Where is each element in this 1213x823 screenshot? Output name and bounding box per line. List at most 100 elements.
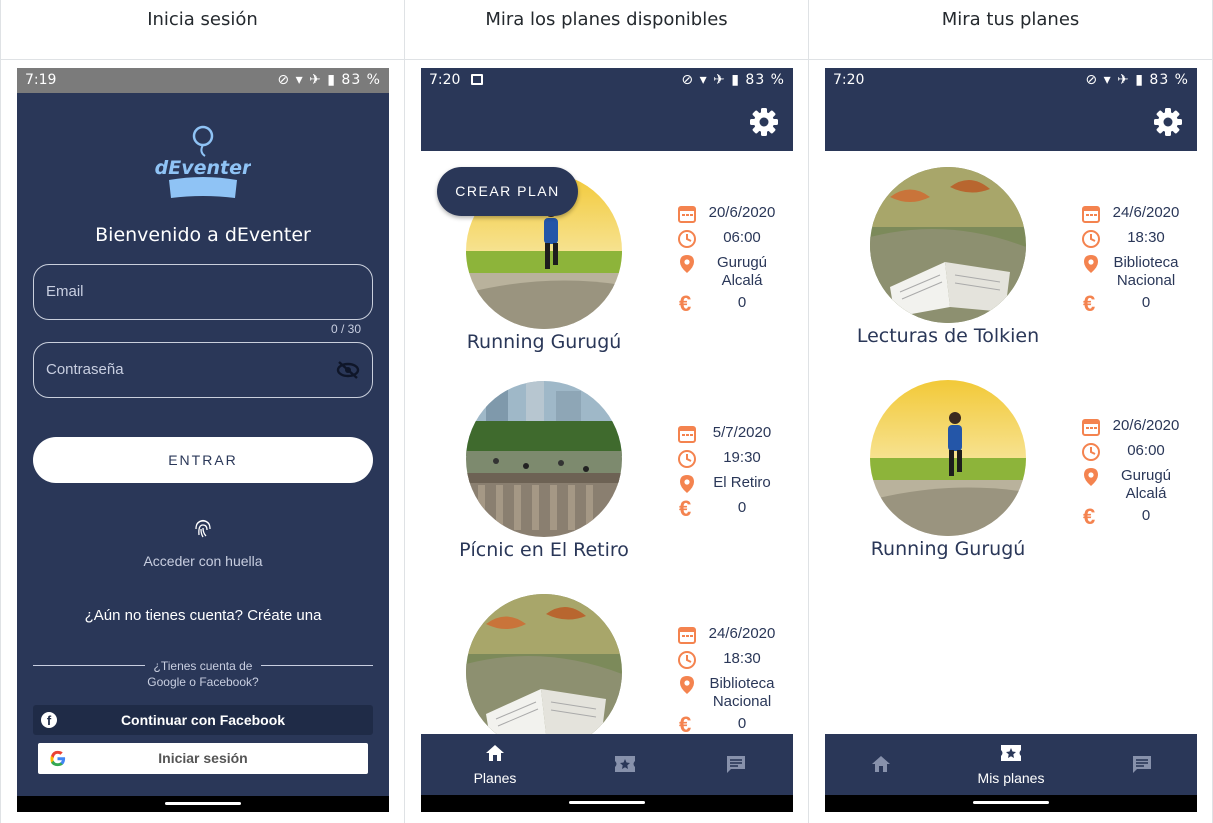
plan-location-row: El Retiro [677,473,793,498]
google-login-button[interactable]: Iniciar sesión [38,743,368,774]
plan-image-picnic [466,381,622,537]
clock-icon [678,651,696,669]
status-time: 7:20 [429,72,461,88]
plan-price-row: € 0 [1083,504,1151,529]
status-bar: 7:20 ⊘ ▾ ✈ ▮ 83 % [421,68,793,93]
location-pin-icon [1084,468,1098,486]
home-gesture-pill[interactable] [973,801,1049,804]
image-notification-icon [471,74,483,85]
location-pin-icon [680,676,694,694]
social-question: ¿Tienes cuenta de Google o Facebook? [147,659,259,689]
calendar-icon [678,426,696,443]
plan-location-row: Gurugú Alcalá [677,253,793,293]
plan-image-running [870,380,1026,536]
gear-icon[interactable] [1153,107,1183,137]
system-nav-bar [421,795,793,812]
clock-icon [1082,443,1100,461]
clock-icon [678,230,696,248]
euro-icon: € [679,291,692,316]
deventer-logo: dEventer [155,122,253,202]
plan-card[interactable]: Lecturas de Tolkien 24/6/2020 18:30 Bibl… [825,167,1197,367]
status-bar: 7:20 ⊘ ▾ ✈ ▮ 83 % [825,68,1197,93]
plan-price-row: € 0 [679,291,747,316]
login-screen: 7:19 ⊘ ▾ ✈ ▮ 83 % dEventer Bienvenido a … [17,68,389,812]
calendar-icon [1082,206,1100,223]
plan-details: 20/6/2020 06:00 Gurugú Alcalá € 0 [1081,416,1197,531]
bottom-navigation: Mis planes [825,734,1197,795]
email-char-counter: 0 / 30 [330,322,361,336]
plan-date-row: 20/6/2020 [1081,416,1197,441]
nav-tab-my-plans[interactable]: Mis planes [949,734,1073,795]
plan-time-row: 06:00 [1081,441,1197,466]
calendar-icon [1082,419,1100,436]
status-time: 7:20 [833,72,865,88]
fingerprint-icon[interactable] [191,516,215,540]
plan-time-row: 18:30 [1081,228,1197,253]
my-plans-screen: 7:20 ⊘ ▾ ✈ ▮ 83 % Lecturas de Tolkien 24… [825,68,1197,812]
plan-location-row: Biblioteca Nacional [677,674,793,714]
plan-name: Lecturas de Tolkien [856,325,1040,347]
app-bar [825,93,1197,151]
plan-name: Running Gurugú [870,538,1026,560]
nav-tab-my-plans[interactable] [563,734,687,795]
status-icons: ⊘ ▾ ✈ ▮ 83 % [681,72,785,88]
system-nav-bar [17,796,389,812]
nav-tab-chat[interactable] [1081,734,1197,795]
ticket-star-icon [1001,745,1021,761]
ticket-star-icon [615,756,635,772]
plan-details: 20/6/2020 06:00 Gurugú Alcalá € 0 [677,203,793,318]
enter-button[interactable]: ENTRAR [33,437,373,483]
calendar-icon [678,206,696,223]
eye-off-icon[interactable] [336,360,360,380]
system-nav-bar [825,795,1197,812]
plan-date-row: 5/7/2020 [677,423,793,448]
plan-price-row: € 0 [679,496,747,521]
plan-image-book [466,594,622,750]
euro-icon: € [679,496,692,521]
euro-icon: € [1083,291,1096,316]
plan-location-row: Biblioteca Nacional [1081,253,1197,293]
plan-date-row: 24/6/2020 [677,624,793,649]
nav-tab-chat[interactable] [675,734,793,795]
create-plan-button[interactable]: CREAR PLAN [437,167,578,216]
status-bar: 7:19 ⊘ ▾ ✈ ▮ 83 % [17,68,389,93]
facebook-login-button[interactable]: f Continuar con Facebook [33,705,373,735]
plan-location-row: Gurugú Alcalá [1081,466,1197,506]
euro-icon: € [1083,504,1096,529]
chat-icon [1133,756,1151,773]
facebook-icon: f [41,712,57,728]
plan-card[interactable]: Pícnic en El Retiro 5/7/2020 19:30 El Re… [421,381,793,581]
signup-link[interactable]: ¿Aún no tienes cuenta? Créate una [17,607,389,624]
password-placeholder: Contraseña [46,361,124,378]
column-heading: Mira tus planes [809,0,1212,60]
plan-time-row: 18:30 [677,649,793,674]
plan-details: 24/6/2020 18:30 Biblioteca Nacional € 0 [1081,203,1197,318]
plan-name: Pícnic en El Retiro [459,539,629,561]
clock-icon [678,450,696,468]
plan-price-row: € 0 [1083,291,1151,316]
email-field[interactable]: Email [33,264,373,320]
nav-tab-plans[interactable] [825,734,949,795]
calendar-icon [678,627,696,644]
column-heading: Mira los planes disponibles [405,0,808,60]
plan-details: 5/7/2020 19:30 El Retiro € 0 [677,423,793,523]
chat-icon [727,756,745,773]
plan-card[interactable]: Running Gurugú 20/6/2020 06:00 Gurugú Alc… [825,380,1197,580]
nav-tab-plans[interactable]: Planes [433,734,557,795]
plan-image-book [870,167,1026,323]
welcome-title: Bienvenido a dEventer [95,224,311,246]
gear-icon[interactable] [749,107,779,137]
location-pin-icon [680,475,694,493]
google-icon [50,750,66,767]
app-bar [421,93,793,151]
home-gesture-pill[interactable] [165,802,241,805]
status-icons: ⊘ ▾ ✈ ▮ 83 % [1085,72,1189,88]
plan-date-row: 24/6/2020 [1081,203,1197,228]
nav-tab-label: Mis planes [977,770,1045,786]
home-gesture-pill[interactable] [569,801,645,804]
status-icons: ⊘ ▾ ✈ ▮ 83 % [277,72,381,88]
password-field[interactable]: Contraseña [33,342,373,398]
email-placeholder: Email [46,283,84,300]
available-plans-screen: 7:20 ⊘ ▾ ✈ ▮ 83 % Running Gurugú 20/6/20… [421,68,793,812]
fingerprint-label[interactable]: Acceder con huella [17,553,389,569]
